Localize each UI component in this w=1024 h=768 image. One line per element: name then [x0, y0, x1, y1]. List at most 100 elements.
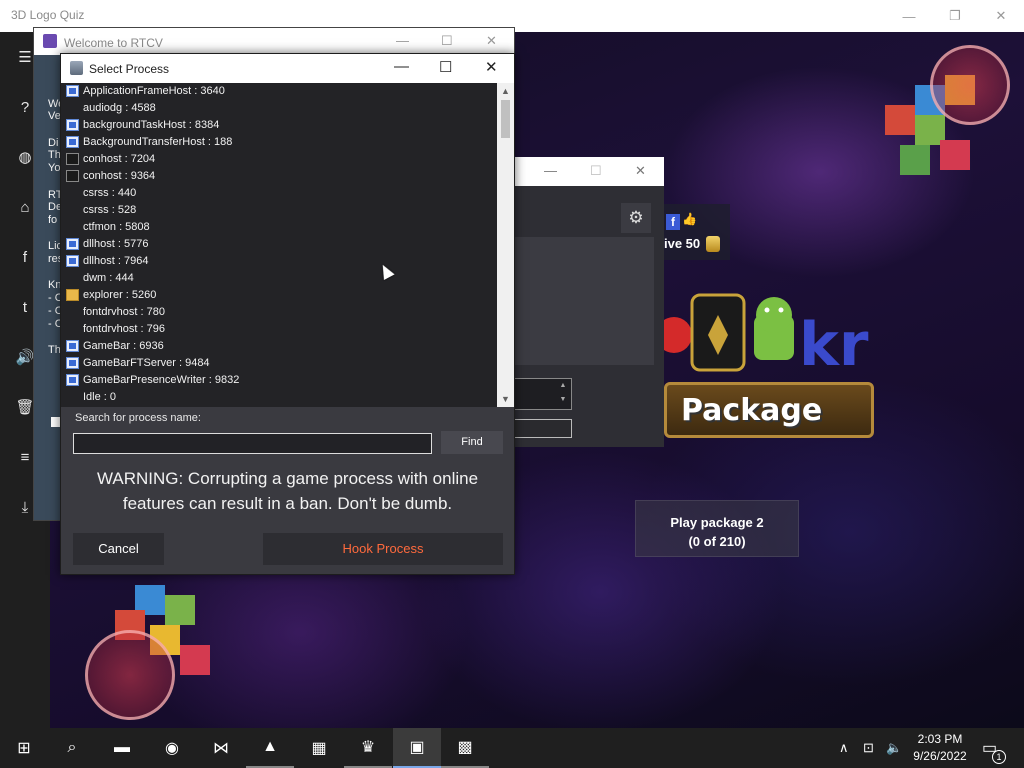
window-app-icon — [66, 357, 79, 369]
package-banner: Package — [664, 382, 874, 438]
process-list-item[interactable]: audiodg : 4588 — [61, 100, 497, 117]
store-icon[interactable]: ▦ — [295, 728, 343, 768]
window-app-icon — [66, 374, 79, 386]
rtcv-minimize-button[interactable]: — — [396, 33, 409, 48]
play-package-button[interactable]: Play package 2 (0 of 210) — [635, 500, 799, 557]
process-list-item[interactable]: explorer : 5260 — [61, 287, 497, 304]
settings-text-field[interactable] — [514, 419, 572, 438]
app-triangle-icon[interactable]: ▲ — [246, 728, 294, 768]
spinner-arrows-icon[interactable]: ▲ ▼ — [554, 379, 572, 409]
game-restore-button[interactable]: ❐ — [932, 0, 978, 32]
network-icon[interactable]: ⊡ — [863, 728, 874, 768]
visual-studio-icon[interactable]: ⋈ — [197, 728, 245, 768]
scroll-up-arrow-icon[interactable]: ▲ — [497, 83, 514, 99]
dialog-close-button[interactable]: ✕ — [485, 58, 498, 76]
process-list-item[interactable]: GameBarPresenceWriter : 9832 — [61, 372, 497, 389]
folder-icon — [66, 289, 79, 301]
game-close-button[interactable]: ✕ — [978, 0, 1024, 32]
rtcv-text-fragment: Yo — [48, 162, 61, 174]
game-icon[interactable]: ♛ — [344, 728, 392, 768]
rtcv-app-icon — [43, 34, 57, 48]
settings-pane — [514, 237, 654, 365]
taskbar-clock[interactable]: 2:03 PM 9/26/2022 — [906, 731, 974, 765]
process-list-item[interactable]: GameBarFTServer : 9484 — [61, 355, 497, 372]
rtcv-text-fragment: Th — [48, 344, 61, 356]
window-app-icon — [66, 85, 79, 97]
settings-minimize-button[interactable]: — — [544, 163, 557, 178]
settings-titlebar: — ☐ ✕ — [514, 157, 664, 186]
process-name: dwm : 444 — [83, 272, 134, 284]
scroll-thumb[interactable] — [501, 100, 510, 138]
process-name: conhost : 9364 — [83, 170, 156, 182]
process-name: ApplicationFrameHost : 3640 — [83, 85, 225, 97]
start-icon[interactable]: ⊞ — [0, 728, 48, 768]
game-minimize-button[interactable]: — — [886, 0, 932, 32]
share-reward-box[interactable]: f 👍 ive 50 — [664, 204, 730, 260]
clock-time: 2:03 PM — [917, 732, 963, 746]
scroll-down-arrow-icon[interactable]: ▼ — [497, 391, 514, 407]
facebook-icon: f — [666, 214, 680, 230]
thumbs-up-icon: 👍 — [682, 212, 697, 226]
window-app-icon — [66, 136, 79, 148]
settings-maximize-button[interactable]: ☐ — [590, 163, 602, 179]
process-list-item[interactable]: dllhost : 5776 — [61, 236, 497, 253]
rtcv-text-fragment: Ve — [48, 110, 61, 122]
decorative-lg-logo-bottom — [85, 630, 175, 720]
rtcv-window-title: Welcome to RTCV — [64, 36, 163, 50]
rtcv-text-fragment: Th — [48, 149, 61, 161]
settings-close-button[interactable]: ✕ — [635, 163, 646, 179]
settings-window: — ☐ ✕ ⚙ ▲ ▼ — [514, 157, 664, 447]
rtcv-maximize-button[interactable]: ☐ — [441, 33, 453, 49]
tray-chevron-icon[interactable]: ∧ — [839, 728, 849, 768]
hook-process-button[interactable]: Hook Process — [263, 533, 503, 565]
process-list-item[interactable]: conhost : 9364 — [61, 168, 497, 185]
process-list[interactable]: ▲ ▼ ApplicationFrameHost : 3640 audiodg :… — [61, 83, 514, 407]
process-name: csrss : 528 — [83, 204, 137, 216]
process-name: explorer : 5260 — [83, 289, 157, 301]
dialog-minimize-button[interactable]: — — [394, 58, 409, 75]
process-list-scrollbar[interactable]: ▲ ▼ — [497, 83, 514, 407]
clock-date: 9/26/2022 — [913, 749, 967, 763]
cancel-button[interactable]: Cancel — [73, 533, 164, 565]
search-icon[interactable]: ⌕ — [48, 728, 96, 768]
process-list-item[interactable]: Idle : 0 — [61, 389, 497, 406]
process-list-item[interactable]: dwm : 444 — [61, 270, 497, 287]
process-name: fontdrvhost : 780 — [83, 306, 165, 318]
process-app-icon[interactable]: ▣ — [393, 728, 441, 768]
console-icon — [66, 170, 79, 182]
process-name: audiodg : 4588 — [83, 102, 156, 114]
file-explorer-icon[interactable]: ▬ — [98, 728, 146, 768]
process-list-item[interactable]: ApplicationFrameHost : 3640 — [61, 83, 497, 100]
process-list-item[interactable]: fontdrvhost : 796 — [61, 321, 497, 338]
logo-quiz-icon[interactable]: ▩ — [441, 728, 489, 768]
window-app-icon — [66, 238, 79, 250]
gear-icon[interactable]: ⚙ — [621, 203, 651, 233]
ban-warning-text: WARNING: Corrupting a game process with … — [96, 469, 479, 513]
process-name: dllhost : 7964 — [83, 255, 149, 267]
select-process-titlebar: Select Process — ☐ ✕ — [61, 54, 514, 83]
process-list-item[interactable]: BackgroundTransferHost : 188 — [61, 134, 497, 151]
process-name: ctfmon : 5808 — [83, 221, 150, 233]
process-name: GameBarFTServer : 9484 — [83, 357, 210, 369]
process-list-item[interactable]: ctfmon : 5808 — [61, 219, 497, 236]
volume-icon[interactable]: 🔈 — [886, 728, 902, 768]
process-name: fontdrvhost : 796 — [83, 323, 165, 335]
process-name: GameBarPresenceWriter : 9832 — [83, 374, 240, 386]
dialog-maximize-button[interactable]: ☐ — [439, 58, 452, 76]
process-list-item[interactable]: backgroundTaskHost : 8384 — [61, 117, 497, 134]
process-list-item[interactable]: csrss : 528 — [61, 202, 497, 219]
process-list-item[interactable]: GameBar : 6936 — [61, 338, 497, 355]
find-button[interactable]: Find — [441, 431, 503, 454]
rtcv-text-fragment: Di — [48, 137, 59, 149]
process-search-input[interactable] — [73, 433, 432, 454]
process-list-item[interactable]: dllhost : 7964 — [61, 253, 497, 270]
logo-banner-graphic: kr — [664, 293, 869, 380]
select-process-dialog: Select Process — ☐ ✕ ▲ ▼ ApplicationFram… — [60, 53, 515, 575]
process-name: backgroundTaskHost : 8384 — [83, 119, 220, 131]
rtcv-titlebar: Welcome to RTCV — ☐ ✕ — [34, 28, 514, 55]
rtcv-close-button[interactable]: ✕ — [486, 33, 497, 49]
process-list-item[interactable]: csrss : 440 — [61, 185, 497, 202]
process-list-item[interactable]: conhost : 7204 — [61, 151, 497, 168]
process-list-item[interactable]: fontdrvhost : 780 — [61, 304, 497, 321]
chrome-icon[interactable]: ◉ — [148, 728, 196, 768]
